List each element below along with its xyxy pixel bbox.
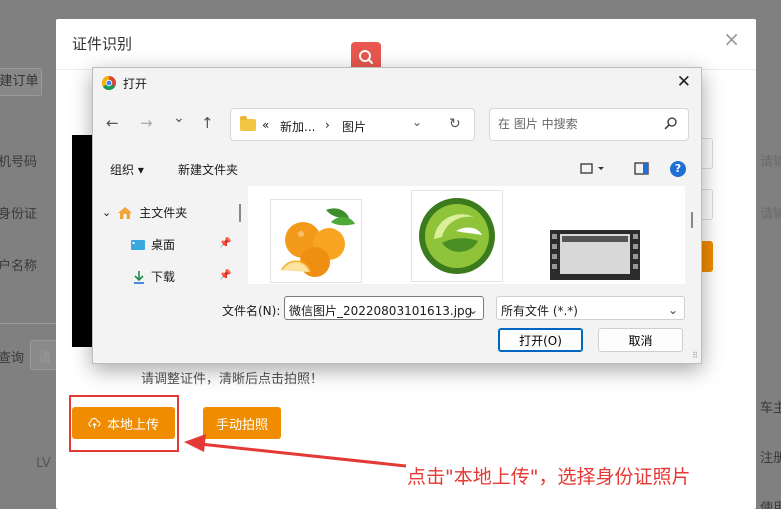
- file-thumbnail-video[interactable]: [548, 226, 644, 284]
- search-magnifier-icon: [664, 117, 677, 130]
- camera-preview: [72, 135, 94, 347]
- nav-item-home[interactable]: ⌄ 主文件夹: [102, 204, 187, 221]
- address-segment-drive[interactable]: 新加...: [280, 118, 315, 135]
- local-upload-button[interactable]: 本地上传: [72, 407, 175, 439]
- file-thumbnail-logo[interactable]: [411, 190, 503, 282]
- modal-close-icon[interactable]: ×: [723, 27, 740, 51]
- chrome-logo-icon: [102, 76, 116, 90]
- address-segment-pictures[interactable]: 图片: [342, 118, 366, 135]
- file-type-value: 所有文件 (*.*): [501, 304, 578, 318]
- file-name-value: 微信图片_20220803101613.jpg: [289, 304, 473, 318]
- view-mode-icon[interactable]: [580, 162, 606, 176]
- files-scrollbar[interactable]: [691, 212, 693, 228]
- desktop-icon: [131, 239, 145, 250]
- bg-right-placeholder-1: 请输: [760, 155, 781, 170]
- search-icon: [359, 50, 373, 64]
- dialog-toolbar: 组织 ▾ 新建文件夹: [93, 154, 701, 184]
- open-button[interactable]: 打开(O): [498, 328, 583, 352]
- bg-divider: [0, 323, 56, 324]
- help-icon[interactable]: ?: [670, 161, 686, 177]
- address-dropdown-icon[interactable]: ⌄: [412, 115, 422, 129]
- modal-title: 证件识别: [72, 35, 133, 53]
- nav-item-downloads[interactable]: 下载: [133, 268, 175, 285]
- dialog-close-icon[interactable]: ✕: [677, 72, 691, 92]
- film-strip-image: [550, 230, 640, 280]
- cloud-upload-icon: [88, 417, 101, 428]
- address-separator: ›: [325, 118, 330, 132]
- back-icon[interactable]: ←: [106, 114, 119, 132]
- folder-icon: [240, 116, 256, 131]
- home-icon: [118, 206, 133, 219]
- search-input[interactable]: [498, 117, 658, 131]
- nav-label-desktop: 桌面: [151, 238, 176, 252]
- bg-account-label: 户名称: [0, 259, 38, 274]
- organize-menu[interactable]: 组织 ▾: [110, 161, 144, 178]
- file-name-label: 文件名(N):: [222, 304, 281, 318]
- bg-right-car-owner: 车主: [760, 401, 781, 416]
- annotation-arrow: [184, 434, 407, 468]
- bg-query-label: 查询: [0, 351, 25, 366]
- resize-grip-icon[interactable]: ⠿: [692, 351, 698, 360]
- bg-right-placeholder-2: 请输: [760, 207, 781, 222]
- files-pane: [248, 186, 685, 284]
- address-overflow[interactable]: «: [262, 118, 269, 132]
- dialog-title: 打开: [123, 77, 148, 91]
- nav-item-desktop[interactable]: 桌面: [131, 236, 175, 253]
- local-upload-label: 本地上传: [106, 417, 159, 433]
- navigation-pane: ⌄ 主文件夹 桌面 📌 下载 📌: [93, 186, 245, 285]
- green-logo-image: [419, 198, 495, 274]
- file-type-dropdown-icon[interactable]: ⌄: [668, 303, 678, 317]
- recent-locations-icon[interactable]: ⌄: [173, 110, 185, 126]
- pin-icon[interactable]: 📌: [219, 270, 231, 281]
- pin-icon[interactable]: 📌: [219, 238, 231, 249]
- up-folder-icon[interactable]: ↑: [201, 114, 214, 132]
- forward-icon[interactable]: →: [140, 114, 153, 132]
- hint-text: 请调整证件，清晰后点击拍照！: [141, 372, 324, 387]
- file-name-dropdown-icon[interactable]: ⌄: [468, 303, 478, 317]
- bg-create-order-button: 建订单: [0, 68, 42, 96]
- cancel-button[interactable]: 取消: [598, 328, 683, 352]
- oranges-image: [281, 208, 355, 277]
- bg-lv-text: LV: [36, 456, 51, 471]
- bg-right-register: 注册: [760, 451, 781, 466]
- file-name-input[interactable]: 微信图片_20220803101613.jpg ⌄: [284, 296, 484, 320]
- nav-label-home: 主文件夹: [139, 206, 188, 220]
- file-thumbnail-oranges[interactable]: [270, 199, 362, 283]
- file-open-dialog: 打开 ✕ ← → ⌄ ↑ « 新加... › 图片 ⌄ ↻ 组织 ▾ 新建文件夹…: [92, 67, 702, 364]
- bg-id-label: 身份证: [0, 207, 38, 222]
- preview-pane-icon[interactable]: [634, 162, 650, 176]
- annotation-text: 点击"本地上传"，选择身份证照片: [407, 466, 691, 488]
- dialog-titlebar[interactable]: 打开 ✕: [93, 68, 701, 98]
- download-icon: [134, 270, 144, 284]
- search-box[interactable]: [489, 108, 689, 141]
- new-folder-button[interactable]: 新建文件夹: [178, 161, 238, 178]
- address-bar[interactable]: « 新加... › 图片 ⌄ ↻: [230, 108, 475, 141]
- nav-label-downloads: 下载: [151, 270, 176, 284]
- refresh-icon[interactable]: ↻: [449, 116, 461, 132]
- nav-scrollbar[interactable]: [239, 204, 241, 222]
- bg-right-use: 使用: [760, 501, 781, 509]
- expand-chevron-icon[interactable]: ⌄: [102, 206, 111, 219]
- file-type-select[interactable]: 所有文件 (*.*) ⌄: [496, 296, 685, 320]
- bg-query-placeholder: 请: [38, 351, 52, 366]
- bg-phone-label: 机号码: [0, 155, 38, 170]
